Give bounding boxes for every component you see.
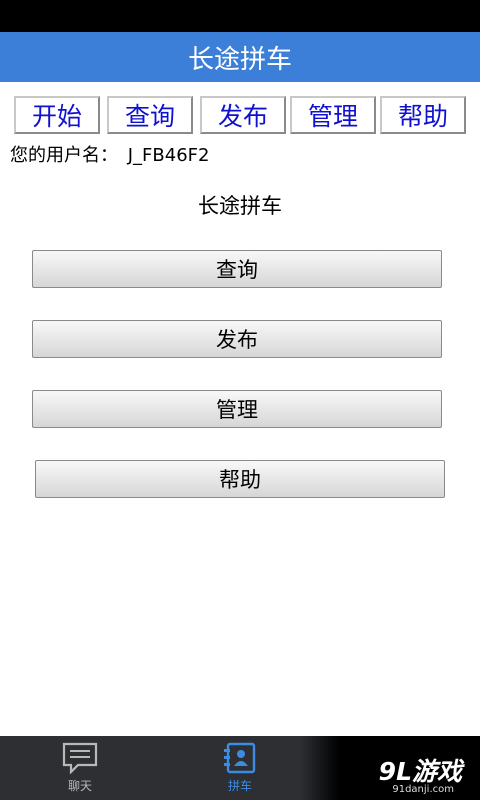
tab-carpool-label: 拼车 <box>227 779 252 793</box>
search-button[interactable]: 查询 <box>32 250 442 288</box>
username-row: 您的用户名： J_FB46F2 <box>10 141 209 167</box>
tab-chat-label: 聊天 <box>67 779 92 793</box>
nav-start-button[interactable]: 开始 <box>14 96 100 134</box>
manage-button[interactable]: 管理 <box>32 390 442 428</box>
chat-icon <box>62 742 98 774</box>
page-heading: 长途拼车 <box>198 194 282 218</box>
app-title: 长途拼车 <box>187 44 292 75</box>
username-value: J_FB46F2 <box>127 145 210 166</box>
watermark: 9L游戏 91danji.com <box>300 736 480 800</box>
nav-search-button[interactable]: 查询 <box>107 96 193 134</box>
app-title-bar: 长途拼车 <box>0 32 480 82</box>
username-label: 您的用户名： <box>10 145 118 166</box>
contacts-icon <box>224 742 256 774</box>
watermark-logo: 9L游戏 <box>378 757 462 786</box>
nav-publish-button[interactable]: 发布 <box>200 96 286 134</box>
status-bar <box>0 0 480 32</box>
publish-button[interactable]: 发布 <box>32 320 442 358</box>
top-nav: 开始 查询 发布 管理 帮助 <box>14 96 466 134</box>
nav-help-button[interactable]: 帮助 <box>380 96 466 134</box>
watermark-url: 91danji.com <box>392 784 454 795</box>
tab-carpool[interactable]: 拼车 <box>160 736 320 800</box>
tab-chat[interactable]: 聊天 <box>0 736 160 800</box>
help-button[interactable]: 帮助 <box>35 460 445 498</box>
nav-manage-button[interactable]: 管理 <box>290 96 376 134</box>
